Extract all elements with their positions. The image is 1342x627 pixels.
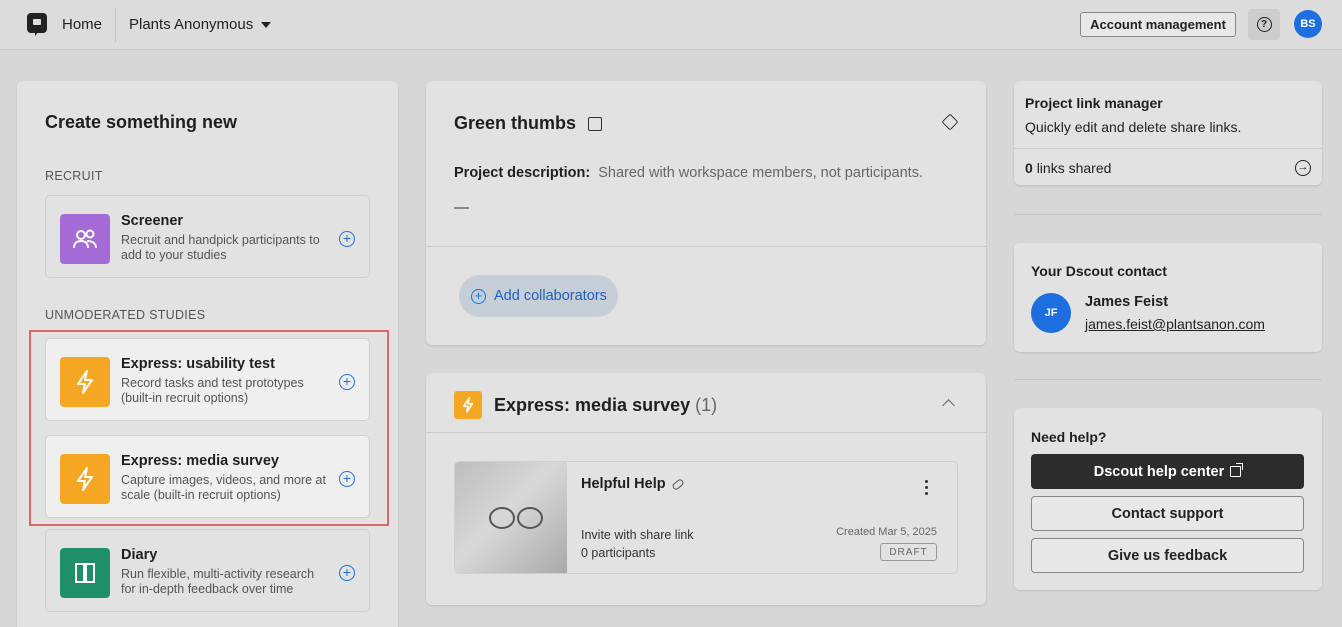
screener-option[interactable]: Screener Recruit and handpick participan… bbox=[45, 195, 370, 278]
caret-down-icon bbox=[261, 21, 272, 28]
links-shared-row[interactable]: 0 links shared bbox=[1025, 160, 1111, 176]
status-badge: DRAFT bbox=[880, 543, 937, 561]
project-title-row: Green thumbs bbox=[454, 113, 603, 134]
project-card: Green thumbs Project description: Shared… bbox=[426, 81, 986, 345]
links-suffix: links shared bbox=[1036, 160, 1112, 176]
add-collaborators-label: Add collaborators bbox=[494, 288, 607, 304]
study-thumbnail bbox=[455, 462, 567, 573]
help-center-label: Dscout help center bbox=[1093, 463, 1225, 480]
study-name: Helpful Help bbox=[581, 476, 666, 492]
help-button[interactable]: ? bbox=[1248, 9, 1280, 40]
external-link-icon bbox=[1230, 463, 1244, 477]
links-count: 0 bbox=[1025, 160, 1033, 176]
link-icon bbox=[670, 477, 685, 491]
diary-icon bbox=[60, 548, 110, 598]
project-title: Green thumbs bbox=[454, 113, 577, 133]
project-description: Project description: Shared with workspa… bbox=[454, 165, 923, 181]
workspace-switcher[interactable]: Plants Anonymous bbox=[129, 16, 272, 33]
nav-divider bbox=[115, 8, 116, 42]
screener-title: Screener bbox=[121, 213, 184, 229]
glasses-image bbox=[485, 507, 545, 529]
study-created: Created Mar 5, 2025 bbox=[836, 526, 937, 538]
study-invite: Invite with share link bbox=[581, 528, 694, 542]
section-count: (1) bbox=[695, 395, 718, 415]
description-hint: Shared with workspace members, not parti… bbox=[598, 165, 923, 181]
section-title: Express: media survey (1) bbox=[494, 395, 717, 416]
more-options-icon[interactable] bbox=[925, 480, 929, 498]
add-circle-icon[interactable]: + bbox=[339, 231, 355, 247]
study-name-row: Helpful Help bbox=[581, 476, 685, 492]
add-circle-icon: + bbox=[471, 288, 486, 304]
screener-desc: Recruit and handpick participants to add… bbox=[121, 233, 320, 262]
add-collaborators-button[interactable]: + Add collaborators bbox=[459, 275, 618, 317]
help-title: Need help? bbox=[1031, 429, 1107, 445]
divider bbox=[1014, 379, 1322, 380]
contact-title: Your Dscout contact bbox=[1031, 263, 1167, 279]
contact-email-link[interactable]: james.feist@plantsanon.com bbox=[1085, 316, 1265, 332]
divider bbox=[426, 246, 986, 247]
highlight-box bbox=[29, 330, 389, 526]
description-value[interactable]: — bbox=[454, 199, 469, 216]
study-card[interactable]: Helpful Help Invite with share link 0 pa… bbox=[454, 461, 958, 574]
link-manager-card: Project link manager Quickly edit and de… bbox=[1014, 81, 1322, 185]
give-feedback-button[interactable]: Give us feedback bbox=[1031, 538, 1304, 573]
link-manager-subtitle: Quickly edit and delete share links. bbox=[1025, 119, 1242, 135]
account-management-button[interactable]: Account management bbox=[1080, 12, 1236, 37]
help-card: Need help? Dscout help center Contact su… bbox=[1014, 408, 1322, 590]
add-circle-icon[interactable]: + bbox=[339, 565, 355, 581]
dscout-logo-icon[interactable] bbox=[27, 13, 47, 36]
contact-name: James Feist bbox=[1085, 294, 1169, 310]
diary-title: Diary bbox=[121, 547, 158, 563]
section-title-text: Express: media survey bbox=[494, 395, 691, 415]
help-center-button[interactable]: Dscout help center bbox=[1031, 454, 1304, 489]
contact-support-button[interactable]: Contact support bbox=[1031, 496, 1304, 531]
divider bbox=[1014, 148, 1322, 149]
description-label: Project description: bbox=[454, 165, 591, 181]
workspace-name: Plants Anonymous bbox=[129, 16, 254, 33]
recruit-section-label: RECRUIT bbox=[45, 169, 103, 183]
top-nav-bar: Home Plants Anonymous Account management… bbox=[0, 0, 1342, 50]
create-new-title: Create something new bbox=[45, 112, 238, 132]
question-icon: ? bbox=[1256, 17, 1272, 32]
contact-avatar: JF bbox=[1031, 293, 1071, 333]
media-survey-section: Express: media survey (1) Helpful Help I… bbox=[426, 373, 986, 605]
divider bbox=[1014, 214, 1322, 215]
arrow-right-icon[interactable]: → bbox=[1295, 160, 1311, 176]
pin-icon[interactable] bbox=[941, 113, 959, 131]
edit-icon[interactable] bbox=[588, 116, 603, 131]
chevron-up-icon[interactable] bbox=[942, 399, 955, 412]
contact-card: Your Dscout contact JF James Feist james… bbox=[1014, 243, 1322, 352]
divider bbox=[426, 432, 986, 433]
user-avatar[interactable]: BS bbox=[1294, 10, 1322, 38]
nav-home-link[interactable]: Home bbox=[62, 16, 102, 33]
bolt-icon bbox=[454, 391, 482, 419]
diary-desc: Run flexible, multi-activity research fo… bbox=[121, 567, 315, 596]
unmoderated-section-label: UNMODERATED STUDIES bbox=[45, 308, 206, 322]
people-icon bbox=[60, 214, 110, 264]
diary-option[interactable]: Diary Run flexible, multi-activity resea… bbox=[45, 529, 370, 612]
link-manager-title: Project link manager bbox=[1025, 95, 1163, 111]
study-participants: 0 participants bbox=[581, 546, 656, 560]
